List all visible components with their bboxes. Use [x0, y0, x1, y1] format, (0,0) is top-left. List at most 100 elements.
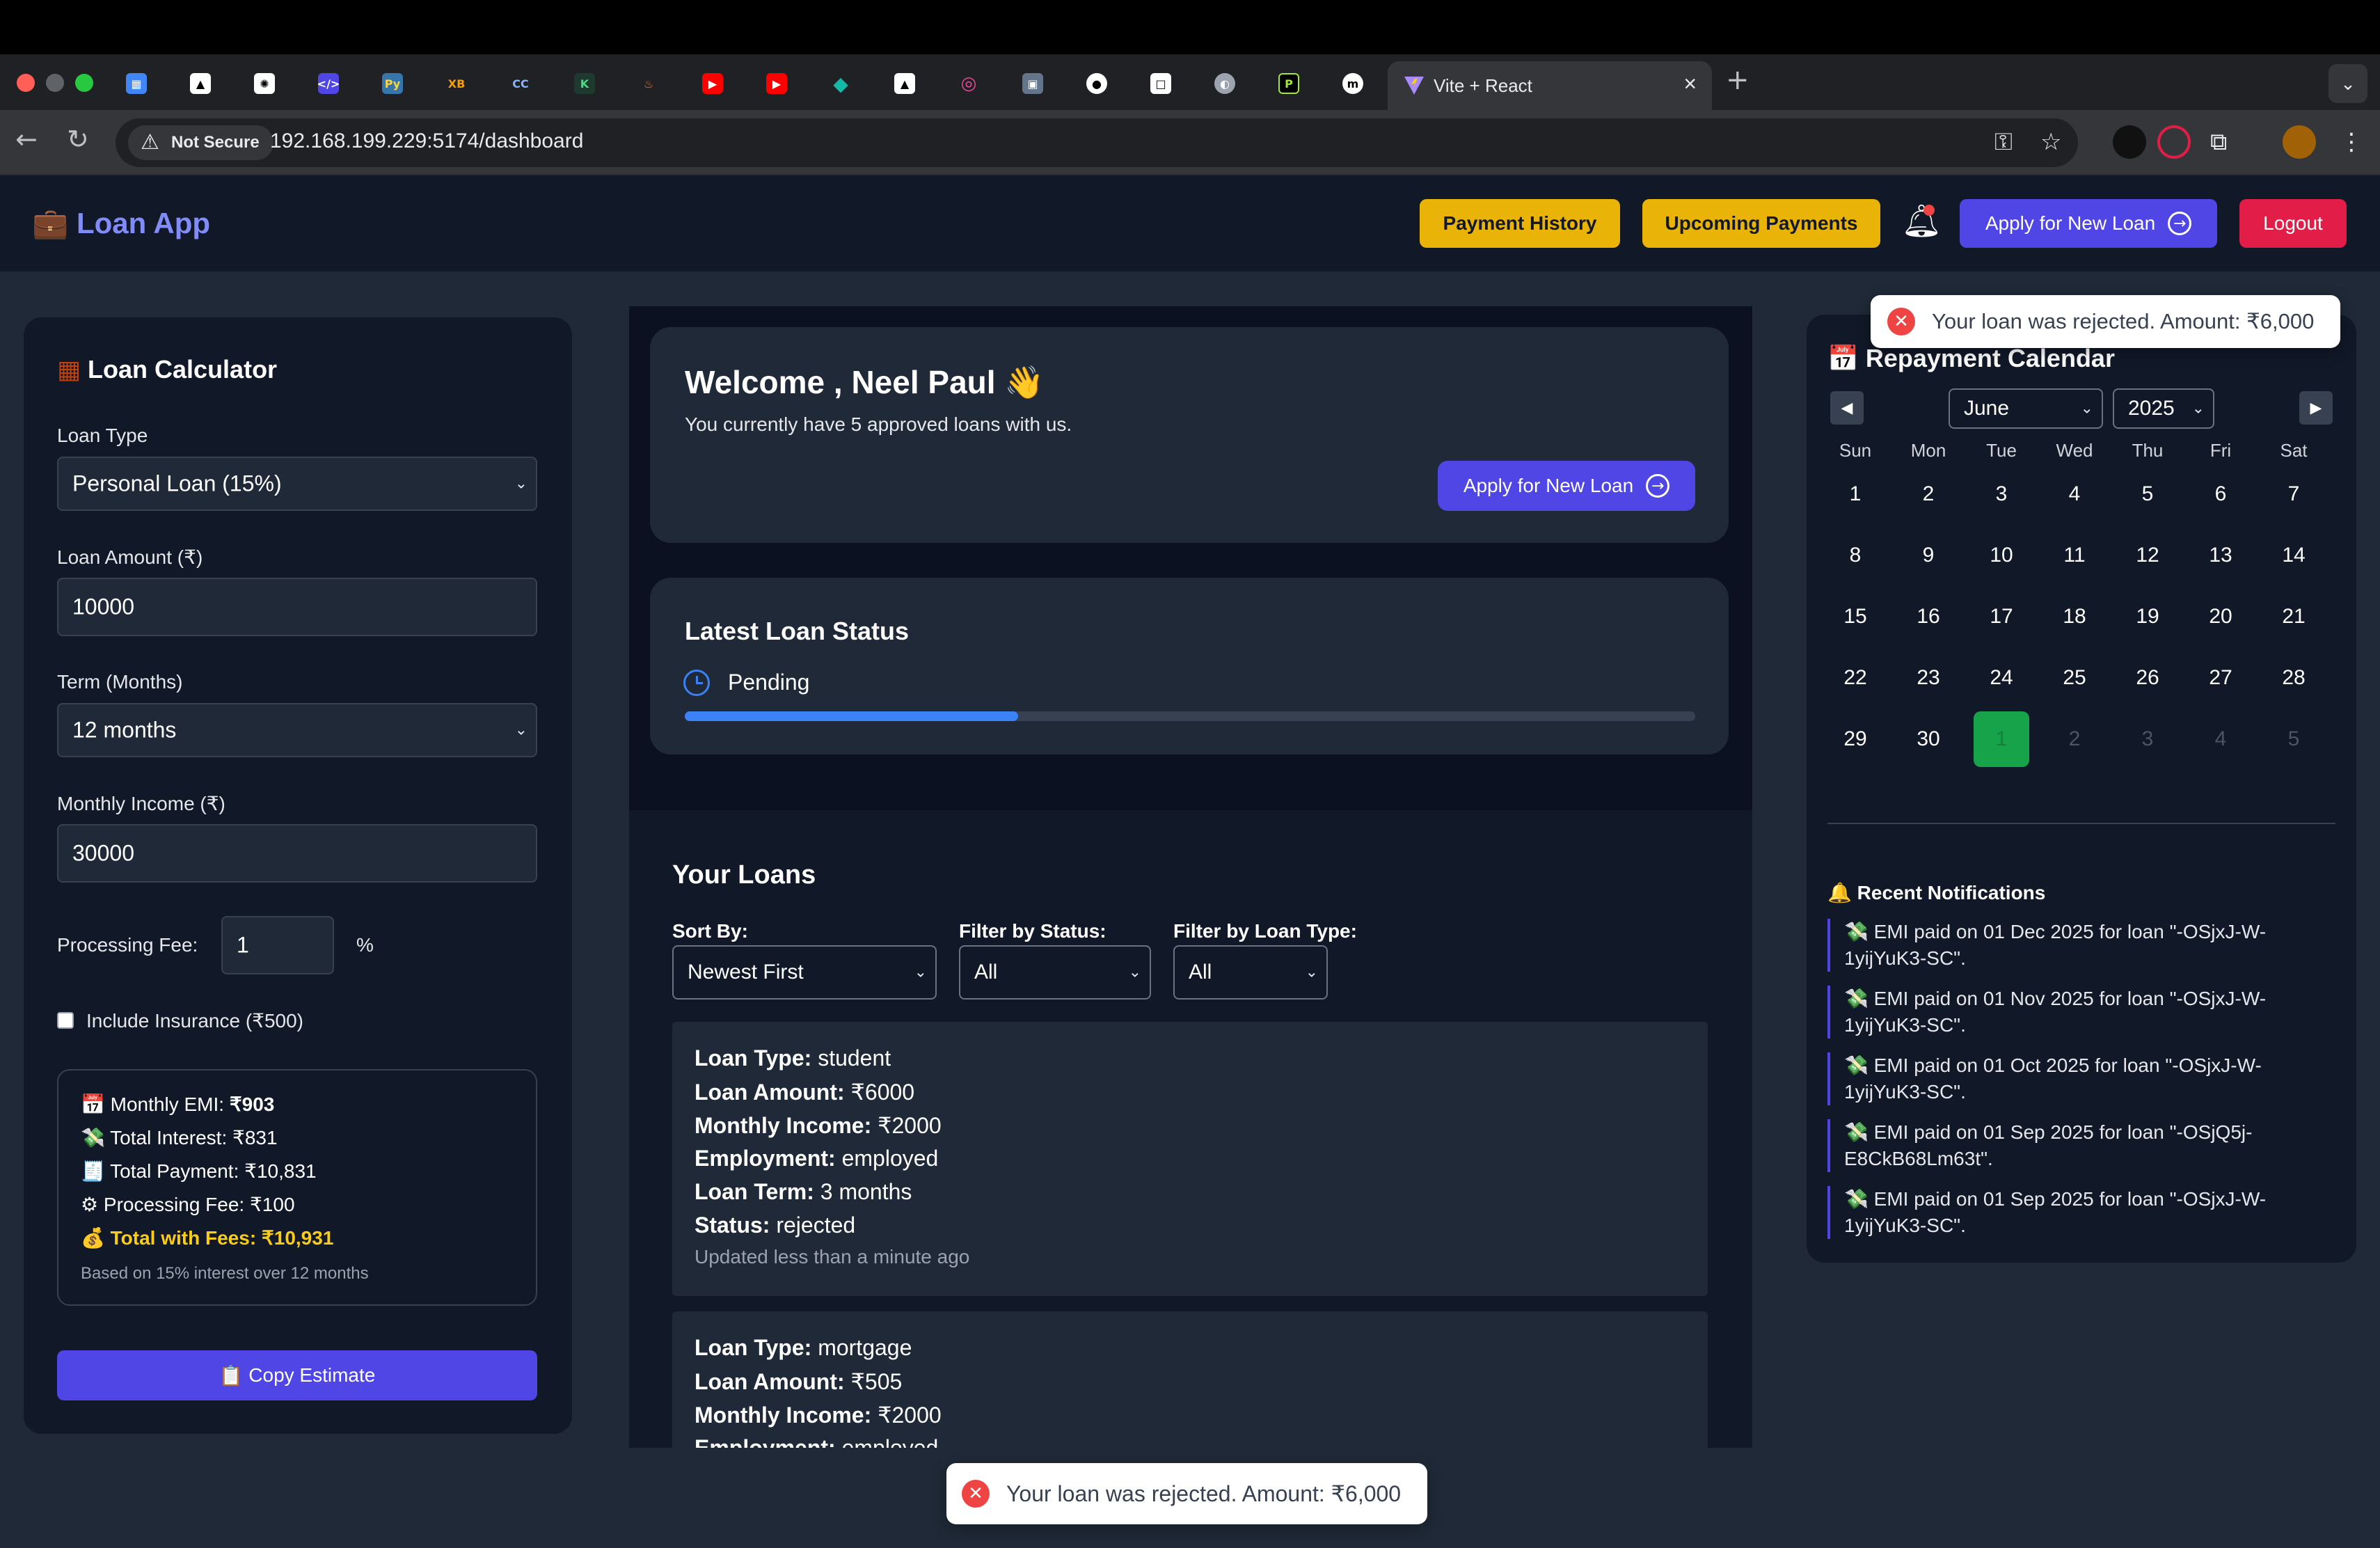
calendar-day[interactable]: 28 [2266, 650, 2322, 706]
loan-amount-input[interactable]: 10000 [57, 578, 537, 636]
copy-estimate-button[interactable]: 📋 Copy Estimate [57, 1350, 537, 1400]
calendar-day[interactable]: 21 [2266, 589, 2322, 645]
logout-button[interactable]: Logout [2239, 199, 2347, 248]
calendar-day[interactable]: 11 [2047, 528, 2102, 583]
calendar-day-highlighted[interactable]: 1 [1974, 711, 2029, 767]
close-tab-icon[interactable]: × [1683, 71, 1697, 97]
calendar-day[interactable]: 9 [1901, 528, 1956, 583]
pinned-tab-python[interactable]: Py [360, 67, 425, 100]
extensions-puzzle-icon[interactable]: ⧉ [2210, 128, 2227, 156]
calendar-day[interactable]: 16 [1901, 589, 1956, 645]
pinned-tab-youtube-2[interactable]: ▶ [745, 67, 809, 100]
calendar-day[interactable]: 8 [1827, 528, 1883, 583]
welcome-apply-loan-button[interactable]: Apply for New Loan → [1438, 461, 1695, 511]
calendar-day[interactable]: 3 [2120, 711, 2175, 767]
type-filter-select[interactable]: All ⌄ [1173, 945, 1328, 1000]
calendar-day[interactable]: 18 [2047, 589, 2102, 645]
employment-label: Employment: [695, 1146, 836, 1171]
calendar-day[interactable]: 15 [1827, 589, 1883, 645]
loan-card[interactable]: Loan Type: mortgage Loan Amount: ₹505 Mo… [672, 1311, 1708, 1448]
calendar-day[interactable]: 1 [1827, 466, 1883, 522]
next-month-button[interactable]: ▶ [2299, 391, 2333, 425]
calendar-day[interactable]: 7 [2266, 466, 2322, 522]
calendar-day[interactable]: 22 [1827, 650, 1883, 706]
sort-select[interactable]: Newest First ⌄ [672, 945, 937, 1000]
bookmark-star-icon[interactable]: ☆ [2040, 128, 2061, 156]
prev-month-button[interactable]: ◀ [1830, 391, 1864, 425]
header-apply-loan-button[interactable]: Apply for New Loan → [1960, 199, 2217, 248]
calendar-day[interactable]: 25 [2047, 650, 2102, 706]
calendar-day[interactable]: 10 [1974, 528, 2029, 583]
loan-type-select[interactable]: Personal Loan (15%) ⌄ [57, 457, 537, 511]
calendar-day[interactable]: 29 [1827, 711, 1883, 767]
calendar-day[interactable]: 17 [1974, 589, 2029, 645]
new-tab-button[interactable]: + [1726, 64, 1750, 96]
close-window-button[interactable] [17, 74, 35, 92]
calendar-day[interactable]: 30 [1901, 711, 1956, 767]
pinned-tab-diamond[interactable]: ◆ [809, 67, 873, 100]
monthly-income-input[interactable]: 30000 [57, 824, 537, 883]
calendar-day[interactable]: 3 [1974, 466, 2029, 522]
pinned-tab-triangle[interactable]: ▲ [168, 67, 232, 100]
toast-top[interactable]: ✕ Your loan was rejected. Amount: ₹6,000 [1871, 295, 2341, 348]
pinned-tab-calendar[interactable]: ▦ [104, 67, 168, 100]
loan-card[interactable]: Loan Type: student Loan Amount: ₹6000 Mo… [672, 1022, 1708, 1296]
pinned-tab-fire[interactable]: ♨ [617, 67, 681, 100]
month-select[interactable]: June ⌄ [1949, 388, 2103, 429]
pinned-tab-xb[interactable]: XB [425, 67, 489, 100]
pinned-tab-k[interactable]: K [553, 67, 617, 100]
calendar-day[interactable]: 12 [2120, 528, 2175, 583]
back-icon[interactable]: ← [15, 124, 38, 155]
extension-icon[interactable] [2113, 125, 2146, 159]
calendar-day[interactable]: 26 [2120, 650, 2175, 706]
profile-avatar[interactable] [2283, 125, 2316, 159]
password-key-icon[interactable]: ⚿ [1994, 128, 2013, 156]
calendar-day[interactable]: 2 [2047, 711, 2102, 767]
reload-icon[interactable]: ↻ [67, 124, 89, 155]
pinned-tab-youtube-1[interactable]: ▶ [681, 67, 745, 100]
pinned-tab-cc[interactable]: CC [489, 67, 553, 100]
pinned-tab-triangle-2[interactable]: ▲ [873, 67, 937, 100]
calendar-day[interactable]: 5 [2120, 466, 2175, 522]
payment-history-button[interactable]: Payment History [1420, 199, 1620, 248]
not-secure-badge[interactable]: ⚠ Not Secure [128, 125, 273, 160]
minimize-window-button[interactable] [46, 74, 64, 92]
calendar-day[interactable]: 4 [2047, 466, 2102, 522]
browser-menu-icon[interactable]: ⋮ [2340, 128, 2363, 156]
app-brand[interactable]: 💼 Loan App [32, 206, 210, 241]
calendar-day[interactable]: 13 [2193, 528, 2248, 583]
pinned-tab-m[interactable]: m [1321, 67, 1385, 100]
tab-search-button[interactable]: ⌄ [2329, 64, 2367, 103]
pinned-tab-github[interactable]: ● [1065, 67, 1129, 100]
processing-fee-input[interactable]: 1 [221, 916, 334, 974]
pinned-tab-p[interactable]: P [1257, 67, 1321, 100]
status-filter-select[interactable]: All ⌄ [959, 945, 1151, 1000]
year-select[interactable]: 2025 ⌄ [2113, 388, 2214, 429]
pinned-tab-square[interactable]: □ [1129, 67, 1193, 100]
calendar-day[interactable]: 5 [2266, 711, 2322, 767]
calendar-day[interactable]: 19 [2120, 589, 2175, 645]
calendar-day[interactable]: 27 [2193, 650, 2248, 706]
maximize-window-button[interactable] [75, 74, 93, 92]
term-select[interactable]: 12 months ⌄ [57, 703, 537, 757]
calendar-day[interactable]: 14 [2266, 528, 2322, 583]
bell-icon[interactable]: 🔔︎ [1901, 202, 1942, 240]
tab-vite-react[interactable]: Vite + React × [1388, 61, 1712, 110]
insurance-label[interactable]: Include Insurance (₹500) [86, 1009, 303, 1032]
calendar-day[interactable]: 6 [2193, 466, 2248, 522]
upcoming-payments-button[interactable]: Upcoming Payments [1642, 199, 1880, 248]
pinned-tab-globe[interactable]: ◐ [1193, 67, 1257, 100]
record-extension-icon[interactable] [2157, 125, 2191, 159]
pinned-tab-code[interactable]: </> [296, 67, 360, 100]
insurance-checkbox[interactable] [57, 1012, 74, 1029]
calendar-day[interactable]: 4 [2193, 711, 2248, 767]
calendar-day[interactable]: 20 [2193, 589, 2248, 645]
calendar-day[interactable]: 2 [1901, 466, 1956, 522]
toast-bottom[interactable]: ✕ Your loan was rejected. Amount: ₹6,000 [946, 1463, 1428, 1524]
url-text[interactable]: 192.168.199.229:5174/dashboard [270, 129, 583, 153]
pinned-tab-swirl[interactable]: ◎ [937, 67, 1001, 100]
calendar-day[interactable]: 23 [1901, 650, 1956, 706]
pinned-tab-image[interactable]: ▣ [1001, 67, 1065, 100]
calendar-day[interactable]: 24 [1974, 650, 2029, 706]
pinned-tab-openai[interactable]: ✺ [232, 67, 296, 100]
